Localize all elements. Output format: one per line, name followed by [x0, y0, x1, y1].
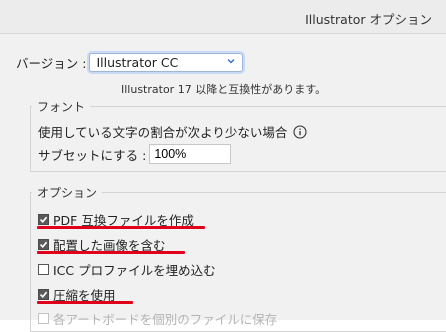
version-label: バージョン :: [16, 56, 87, 71]
checkmark-icon: [39, 291, 48, 298]
info-circle-icon[interactable]: [293, 124, 307, 139]
subset-threshold-text: 使用している文字の割合が次より少ない場合: [38, 122, 307, 141]
options-group-legend: オプション: [32, 184, 103, 201]
window-title: Illustrator オプション: [305, 12, 432, 27]
subset-percent-input[interactable]: [149, 144, 232, 164]
checkbox-save-artboards-separately: [38, 313, 49, 324]
chevron-down-icon: [227, 59, 235, 64]
version-compatibility-note: Illustrator 17 以降と互換性があります。: [121, 83, 327, 96]
checkbox-create-pdf-compatible[interactable]: [38, 214, 49, 225]
fonts-group-legend: フォント: [32, 98, 91, 115]
version-dropdown-value: Illustrator CC: [96, 55, 179, 70]
dialog-body: バージョン : Illustrator CC Illustrator 17 以降…: [0, 34, 446, 332]
option-label: ICC プロファイルを埋め込む: [53, 263, 216, 278]
subset-label: サブセットにする :: [38, 147, 147, 163]
highlight-underline: [37, 301, 133, 304]
version-dropdown[interactable]: Illustrator CC: [89, 53, 244, 72]
title-bar: Illustrator オプション: [0, 0, 446, 34]
checkmark-icon: [39, 241, 48, 248]
checkbox-use-compression[interactable]: [38, 289, 49, 300]
highlight-underline: [37, 251, 185, 254]
option-save-artboards-separately: 各アートボードを個別のファイルに保存: [38, 309, 277, 328]
subset-row: サブセットにする :: [38, 144, 232, 164]
checkmark-icon: [39, 216, 48, 223]
version-row: バージョン : Illustrator CC: [16, 53, 244, 72]
option-label: 各アートボードを個別のファイルに保存: [53, 312, 278, 327]
subset-threshold-label: 使用している文字の割合が次より少ない場合: [38, 125, 288, 140]
checkbox-embed-icc-profiles[interactable]: [38, 264, 49, 275]
checkbox-include-linked-files[interactable]: [38, 239, 49, 250]
highlight-underline: [37, 226, 205, 229]
option-embed-icc-profiles[interactable]: ICC プロファイルを埋め込む: [38, 260, 216, 279]
